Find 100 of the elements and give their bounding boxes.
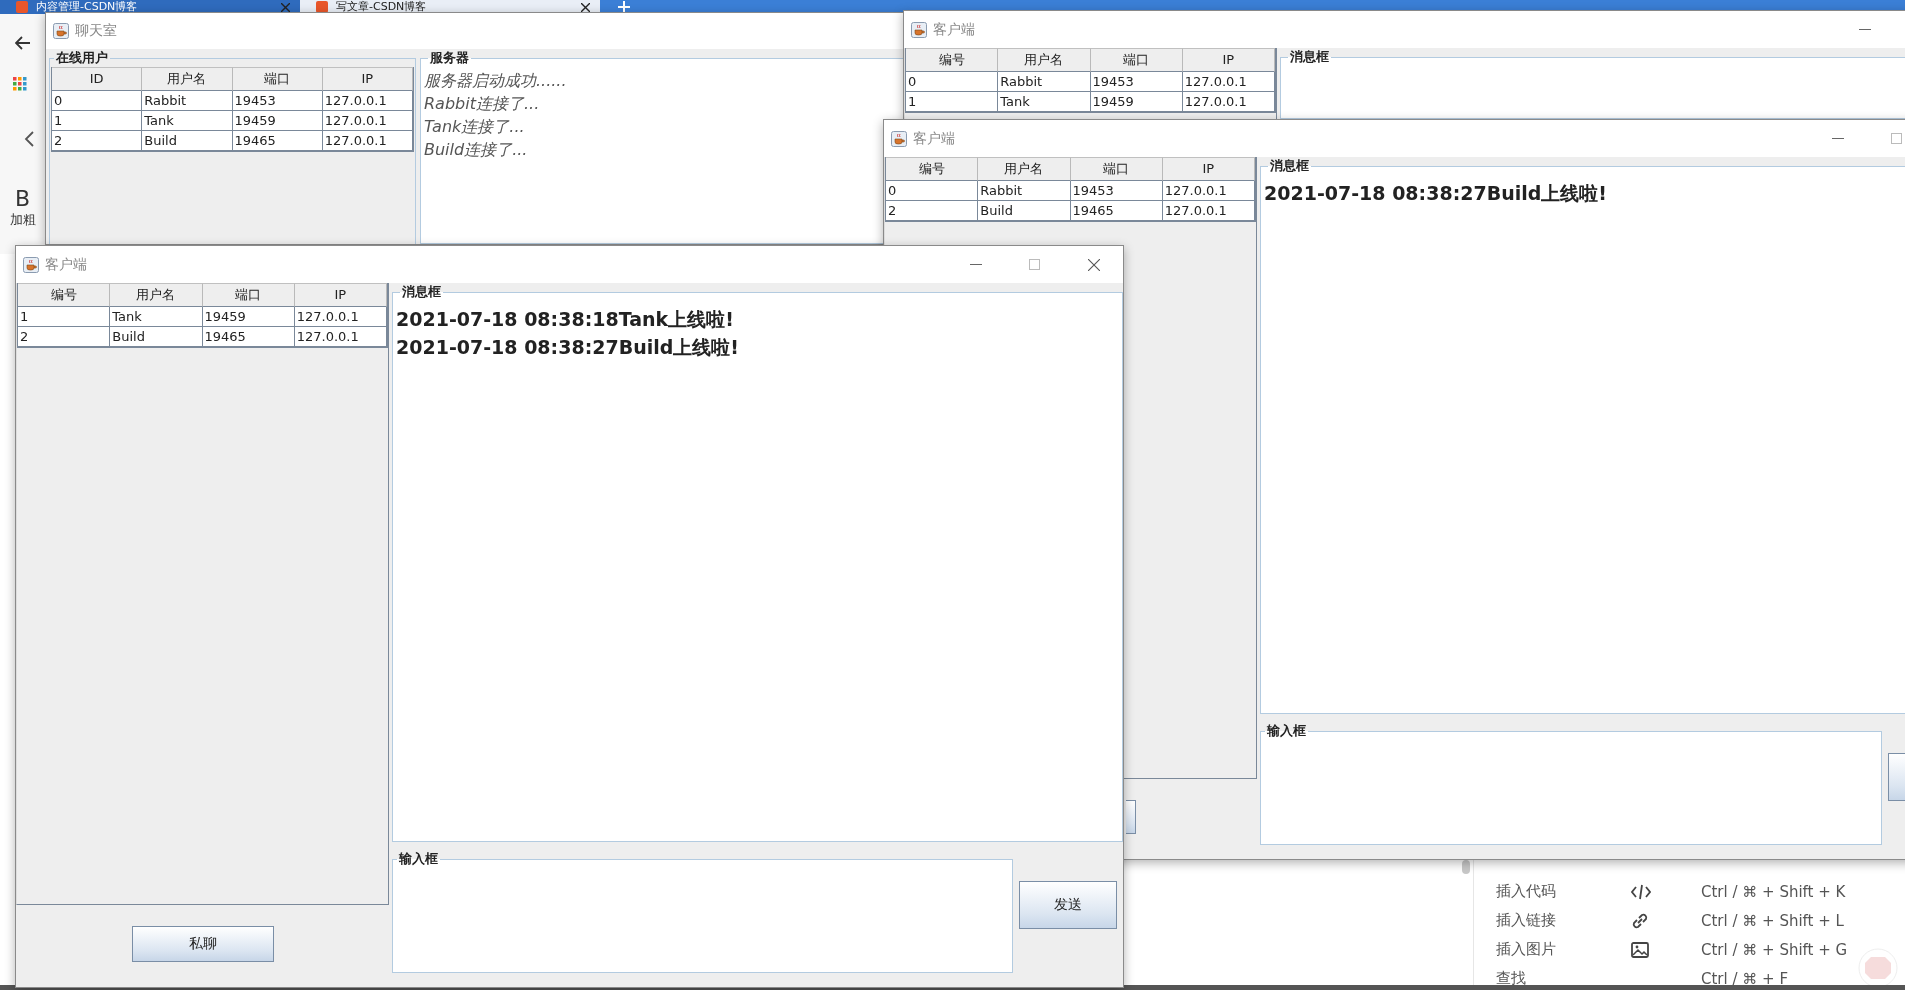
shortcut-keys: Ctrl / ⌘ + Shift + L	[1701, 911, 1844, 930]
logo-icon	[316, 1, 328, 13]
column-header[interactable]: IP	[1162, 157, 1255, 181]
table-cell: Tank	[110, 307, 203, 327]
table-cell: 127.0.0.1	[322, 131, 413, 151]
table-cell: 127.0.0.1	[322, 111, 413, 131]
chat-message: 2021-07-18 08:38:27Build上线啦!	[396, 335, 740, 359]
table-cell: 19459	[232, 111, 323, 131]
table-cell: Tank	[998, 92, 1091, 112]
java-icon	[53, 23, 69, 39]
code-icon	[1631, 883, 1651, 900]
panel-title: 服务器	[429, 49, 470, 67]
table-cell: Rabbit	[142, 91, 233, 111]
table-cell: 1	[18, 307, 111, 327]
table-cell: Build	[142, 131, 233, 151]
back-arrow-icon[interactable]	[14, 36, 31, 50]
shortcut-keys: Ctrl / ⌘ + Shift + G	[1701, 940, 1848, 959]
window-title: 客户端	[913, 129, 955, 148]
private-chat-button[interactable]: 私聊	[131, 926, 274, 962]
log-line: 服务器启动成功......	[424, 70, 568, 92]
table-cell: 127.0.0.1	[1162, 181, 1255, 201]
log-line: Build连接了...	[424, 139, 529, 161]
column-header[interactable]: 端口	[1090, 48, 1183, 72]
window-title: 客户端	[45, 255, 87, 274]
table-cell: Build	[978, 201, 1071, 221]
chevron-left-icon[interactable]	[23, 131, 34, 147]
table-cell: Tank	[142, 111, 233, 131]
column-header[interactable]: 用户名	[142, 67, 233, 91]
shortcut-keys: Ctrl / ⌘ + Shift + K	[1701, 882, 1846, 901]
panel-title: 消息框	[401, 283, 442, 301]
bold-tool-button[interactable]: B 加粗	[9, 187, 36, 229]
shortcut-label: 插入代码	[1495, 882, 1557, 901]
column-header[interactable]: IP	[322, 67, 413, 91]
table-cell: 0	[886, 181, 979, 201]
column-header[interactable]: IP	[294, 283, 387, 307]
shortcut-label: 插入链接	[1495, 911, 1557, 930]
apps-grid-icon[interactable]	[12, 77, 27, 91]
send-button[interactable]: 发送	[1019, 880, 1117, 929]
table-cell: 127.0.0.1	[1162, 201, 1255, 221]
java-icon	[891, 130, 907, 147]
column-header[interactable]: 用户名	[110, 283, 203, 307]
table-cell: 19459	[1090, 92, 1183, 112]
chat-message: 2021-07-18 08:38:27Build上线啦!	[1264, 181, 1608, 205]
column-header[interactable]: 端口	[1070, 157, 1163, 181]
column-header[interactable]: 用户名	[998, 48, 1091, 72]
shortcut-label: 插入图片	[1495, 940, 1557, 959]
table-cell: 19459	[202, 307, 295, 327]
button-edge[interactable]	[1126, 800, 1136, 834]
column-header[interactable]: 端口	[232, 67, 323, 91]
table-cell: 127.0.0.1	[294, 327, 387, 347]
close-icon[interactable]	[581, 2, 590, 12]
log-line: Tank连接了...	[424, 116, 526, 138]
minimize-icon[interactable]	[1858, 28, 1871, 31]
table-cell: 19453	[1070, 181, 1163, 201]
table-cell: 19453	[232, 91, 323, 111]
table-cell: 19465	[232, 131, 323, 151]
column-header[interactable]: ID	[52, 67, 143, 91]
column-header[interactable]: 编号	[18, 283, 111, 307]
column-header[interactable]: IP	[1182, 48, 1275, 72]
table-cell: 1	[906, 92, 999, 112]
table-cell: 2	[18, 327, 111, 347]
shortcut-label: 查找	[1495, 969, 1527, 988]
hand-icon[interactable]	[1858, 948, 1898, 988]
table-cell: 127.0.0.1	[1182, 72, 1275, 92]
table-cell: 127.0.0.1	[1182, 92, 1275, 112]
java-icon	[23, 256, 39, 273]
minimize-icon[interactable]	[1831, 137, 1844, 140]
column-header[interactable]: 用户名	[978, 157, 1071, 181]
scrollbar-thumb[interactable]	[1462, 860, 1470, 874]
table-cell: Rabbit	[998, 72, 1091, 92]
column-header[interactable]: 编号	[906, 48, 999, 72]
java-icon	[911, 21, 927, 38]
window-title: 客户端	[933, 20, 975, 39]
panel-title: 输入框	[398, 850, 439, 868]
panel-title: 消息框	[1289, 48, 1330, 66]
link-icon	[1631, 911, 1649, 930]
log-line: Rabbit连接了...	[424, 93, 541, 115]
new-tab-icon[interactable]	[618, 1, 630, 13]
table-cell: 19465	[202, 327, 295, 347]
chat-message: 2021-07-18 08:38:18Tank上线啦!	[396, 307, 735, 331]
table-cell: 2	[52, 131, 143, 151]
logo-icon	[16, 1, 28, 13]
shortcut-keys: Ctrl / ⌘ + F	[1701, 969, 1788, 988]
table-cell: 19453	[1090, 72, 1183, 92]
table-cell: Build	[110, 327, 203, 347]
table-cell: 19465	[1070, 201, 1163, 221]
panel-title: 消息框	[1269, 157, 1310, 175]
column-header[interactable]: 端口	[202, 283, 295, 307]
panel-title: 输入框	[1266, 722, 1307, 740]
window-title: 聊天室	[75, 22, 117, 40]
close-icon[interactable]	[1087, 258, 1100, 271]
image-icon	[1631, 941, 1649, 958]
table-cell: 1	[52, 111, 143, 131]
table-cell: 2	[886, 201, 979, 221]
minimize-icon[interactable]	[969, 263, 982, 266]
table-cell: 127.0.0.1	[294, 307, 387, 327]
table-cell: 127.0.0.1	[322, 91, 413, 111]
panel-title: 在线用户	[55, 49, 109, 67]
table-cell: 0	[52, 91, 143, 111]
column-header[interactable]: 编号	[886, 157, 979, 181]
